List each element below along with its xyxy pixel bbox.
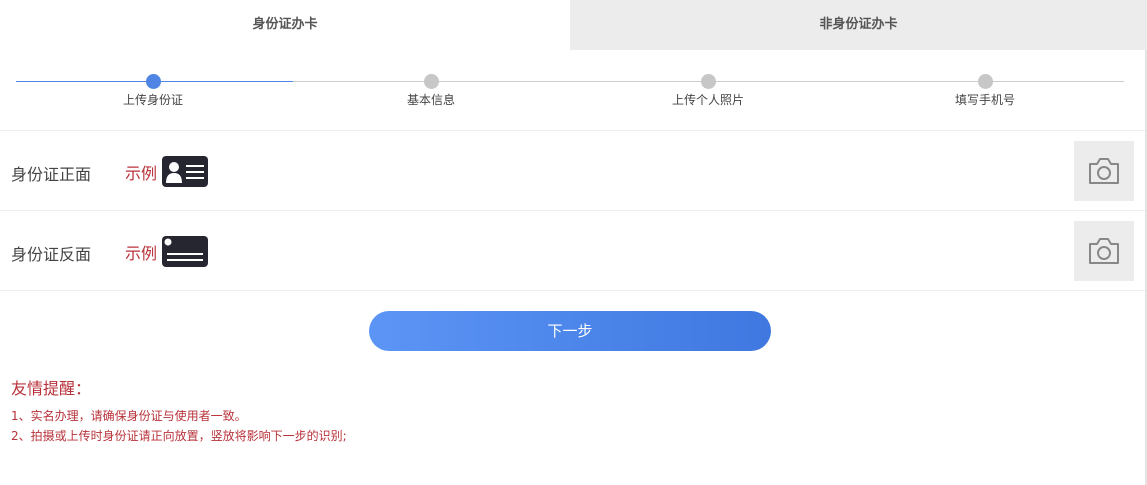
tab-bar: 身份证办卡 非身份证办卡 (0, 0, 1147, 50)
upload-label: 身份证正面 (11, 165, 92, 184)
tip-item: 1、实名办理，请确保身份证与使用者一致。 (11, 409, 247, 423)
step-basic-info: 基本信息 (351, 74, 511, 108)
step-upload-id: 上传身份证 (73, 74, 233, 108)
camera-upload-back-button[interactable] (1074, 221, 1134, 281)
step-dot-active (145, 74, 161, 89)
sample-link[interactable]: 示例 (125, 240, 157, 264)
upload-label: 身份证反面 (11, 245, 92, 264)
camera-icon (1089, 238, 1119, 264)
step-phone-number: 填写手机号 (905, 74, 1065, 108)
step-label: 上传个人照片 (671, 93, 744, 107)
camera-icon (1089, 158, 1119, 184)
tips-title: 友情提醒： (11, 379, 92, 398)
tab-id-card[interactable]: 身份证办卡 (0, 0, 570, 50)
id-card-front-icon[interactable] (162, 156, 208, 187)
progress-steps: 上传身份证 基本信息 上传个人照片 填写手机号 (0, 60, 1147, 120)
divider (0, 290, 1147, 291)
tip-item: 2、拍摄或上传时身份证请正向放置，竖放将影响下一步的识别; (11, 429, 347, 443)
step-label: 基本信息 (406, 93, 455, 107)
id-card-back-icon[interactable] (162, 236, 208, 267)
next-step-button[interactable]: 下一步 (369, 311, 771, 351)
sample-link[interactable]: 示例 (125, 160, 157, 184)
step-label: 上传身份证 (122, 93, 183, 107)
upload-row-back: 身份证反面 示例 (0, 210, 1147, 291)
step-upload-photo: 上传个人照片 (628, 74, 788, 108)
tab-non-id-card[interactable]: 非身份证办卡 (570, 0, 1147, 50)
step-label: 填写手机号 (954, 93, 1015, 107)
camera-upload-front-button[interactable] (1074, 141, 1134, 201)
step-dot (423, 74, 439, 89)
step-dot (977, 74, 993, 89)
upload-row-front: 身份证正面 示例 (0, 130, 1147, 211)
step-dot (700, 74, 716, 89)
